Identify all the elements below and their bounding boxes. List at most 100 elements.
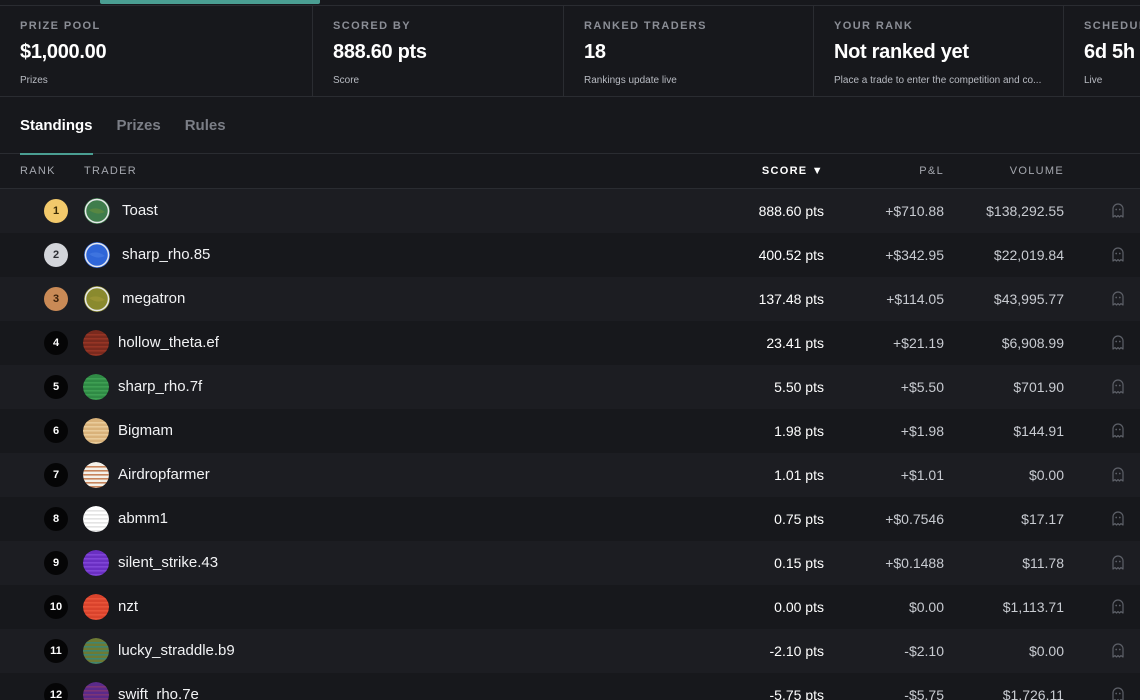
volume-cell: $1,726.11 — [1002, 687, 1064, 700]
trader-name[interactable]: Toast — [122, 202, 158, 219]
avatar-image — [83, 550, 109, 576]
ghost-icon[interactable] — [1111, 203, 1125, 218]
header-score-sort[interactable]: SCORE ▼ — [762, 165, 824, 177]
score-cell: 400.52 pts — [758, 247, 824, 263]
ghost-icon[interactable] — [1111, 247, 1125, 262]
tab-rules[interactable]: Rules — [185, 97, 226, 154]
ghost-icon[interactable] — [1111, 643, 1125, 658]
avatar[interactable] — [83, 682, 109, 700]
ghost-icon[interactable] — [1111, 599, 1125, 614]
trader-name[interactable]: swift_rho.7e — [118, 686, 199, 700]
score-cell: 5.50 pts — [774, 379, 824, 395]
tab-standings[interactable]: Standings — [20, 97, 93, 155]
volume-cell: $6,908.99 — [1001, 335, 1064, 351]
table-row[interactable]: 11 lucky_straddle.b9 -2.10 pts -$2.10 $0.00 — [0, 629, 1140, 673]
stat-scored-by: SCORED BY 888.60 pts Score — [313, 6, 564, 96]
volume-cell: $1,113.71 — [1002, 599, 1064, 615]
top-accent-bar — [100, 0, 320, 4]
standings-table-body: 1 Toast 888.60 pts +$710.88 $138,292.55 2 shar… — [0, 189, 1140, 700]
stat-your-rank: YOUR RANK Not ranked yet Place a trade t… — [814, 6, 1064, 96]
rank-badge: 6 — [44, 419, 68, 443]
stat-prize-pool: PRIZE POOL $1,000.00 Prizes — [0, 6, 313, 96]
table-row[interactable]: 6 Bigmam 1.98 pts +$1.98 $144.91 — [0, 409, 1140, 453]
avatar[interactable] — [84, 286, 110, 312]
trader-name[interactable]: megatron — [122, 290, 185, 307]
avatar[interactable] — [84, 198, 110, 224]
trader-name[interactable]: lucky_straddle.b9 — [118, 642, 235, 659]
avatar-image — [83, 418, 109, 444]
avatar[interactable] — [83, 638, 109, 664]
trader-name[interactable]: sharp_rho.85 — [122, 246, 210, 263]
rank-badge: 4 — [44, 331, 68, 355]
table-row[interactable]: 1 Toast 888.60 pts +$710.88 $138,292.55 — [0, 189, 1140, 233]
stat-value: Not ranked yet — [834, 41, 969, 63]
stat-value: 18 — [584, 41, 606, 63]
avatar[interactable] — [83, 506, 109, 532]
stat-sub: Rankings update live — [584, 75, 677, 86]
avatar-image — [83, 462, 109, 488]
rank-badge: 9 — [44, 551, 68, 575]
pnl-cell: -$5.75 — [904, 687, 944, 700]
table-row[interactable]: 3 megatron 137.48 pts +$114.05 $43,995.77 — [0, 277, 1140, 321]
trader-name[interactable]: hollow_theta.ef — [118, 334, 219, 351]
ghost-icon[interactable] — [1111, 467, 1125, 482]
volume-cell: $11.78 — [1022, 555, 1064, 571]
stat-value: $1,000.00 — [20, 41, 107, 63]
score-cell: -5.75 pts — [769, 687, 824, 700]
trader-name[interactable]: sharp_rho.7f — [118, 378, 202, 395]
stat-schedule: SCHEDULE 6d 5h Live — [1064, 6, 1140, 96]
volume-cell: $144.91 — [1013, 423, 1064, 439]
table-row[interactable]: 5 sharp_rho.7f 5.50 pts +$5.50 $701.90 — [0, 365, 1140, 409]
avatar[interactable] — [83, 374, 109, 400]
table-row[interactable]: 10 nzt 0.00 pts $0.00 $1,113.71 — [0, 585, 1140, 629]
stats-bar: PRIZE POOL $1,000.00 Prizes SCORED BY 88… — [0, 5, 1140, 97]
table-row[interactable]: 12 swift_rho.7e -5.75 pts -$5.75 $1,726.11 — [0, 673, 1140, 700]
avatar[interactable] — [83, 418, 109, 444]
header-trader[interactable]: TRADER — [84, 165, 137, 177]
pnl-cell: +$1.98 — [900, 423, 944, 439]
rank-badge: 1 — [44, 199, 68, 223]
rank-badge: 8 — [44, 507, 68, 531]
table-row[interactable]: 7 Airdropfarmer 1.01 pts +$1.01 $0.00 — [0, 453, 1140, 497]
score-cell: 23.41 pts — [766, 335, 824, 351]
trader-name[interactable]: nzt — [118, 598, 138, 615]
avatar[interactable] — [83, 550, 109, 576]
table-row[interactable]: 4 hollow_theta.ef 23.41 pts +$21.19 $6,908.9… — [0, 321, 1140, 365]
avatar[interactable] — [83, 462, 109, 488]
score-cell: 1.01 pts — [774, 467, 824, 483]
tab-bar: Standings Prizes Rules — [0, 97, 1140, 155]
ghost-icon[interactable] — [1111, 379, 1125, 394]
table-row[interactable]: 8 abmm1 0.75 pts +$0.7546 $17.17 — [0, 497, 1140, 541]
ghost-icon[interactable] — [1111, 555, 1125, 570]
score-cell: 0.15 pts — [774, 555, 824, 571]
header-volume[interactable]: VOLUME — [1010, 165, 1064, 177]
avatar[interactable] — [83, 330, 109, 356]
rank-badge: 7 — [44, 463, 68, 487]
trader-name[interactable]: abmm1 — [118, 510, 168, 527]
ghost-icon[interactable] — [1111, 291, 1125, 306]
ghost-icon[interactable] — [1111, 335, 1125, 350]
rank-badge: 11 — [44, 639, 68, 663]
score-cell: 888.60 pts — [758, 203, 824, 219]
trader-name[interactable]: Bigmam — [118, 422, 173, 439]
ghost-icon[interactable] — [1111, 511, 1125, 526]
ghost-icon[interactable] — [1111, 423, 1125, 438]
avatar-image — [83, 594, 109, 620]
rank-badge: 2 — [44, 243, 68, 267]
stat-value: 6d 5h — [1084, 41, 1135, 63]
table-row[interactable]: 9 silent_strike.43 0.15 pts +$0.1488 $11.78 — [0, 541, 1140, 585]
header-rank[interactable]: RANK — [20, 165, 56, 177]
avatar[interactable] — [83, 594, 109, 620]
stat-ranked-traders: RANKED TRADERS 18 Rankings update live — [564, 6, 814, 96]
stat-label: SCORED BY — [333, 20, 411, 32]
rank-badge: 10 — [44, 595, 68, 619]
table-row[interactable]: 2 sharp_rho.85 400.52 pts +$342.95 $22,019.8… — [0, 233, 1140, 277]
trader-name[interactable]: Airdropfarmer — [118, 466, 210, 483]
header-pnl[interactable]: P&L — [919, 165, 944, 177]
ghost-icon[interactable] — [1111, 687, 1125, 700]
tab-prizes[interactable]: Prizes — [117, 97, 161, 154]
trader-name[interactable]: silent_strike.43 — [118, 554, 218, 571]
avatar-image — [83, 638, 109, 664]
score-cell: -2.10 pts — [769, 643, 824, 659]
avatar[interactable] — [84, 242, 110, 268]
